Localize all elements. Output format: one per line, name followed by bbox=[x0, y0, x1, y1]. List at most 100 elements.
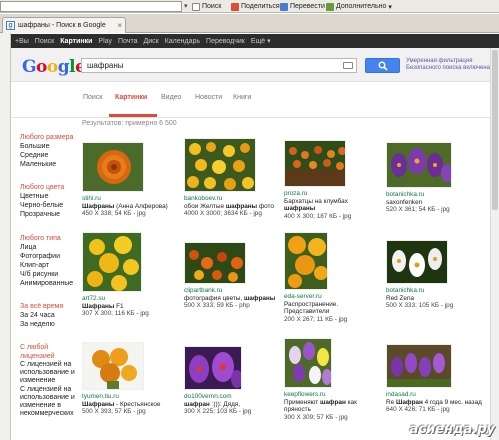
result-domain[interactable]: keepflowers.ru bbox=[284, 391, 384, 399]
search-icon bbox=[378, 61, 388, 71]
result-domain[interactable]: stihi.ru bbox=[82, 195, 182, 203]
result-meta: 500 X 393; 57 КБ - jpg bbox=[82, 408, 146, 415]
result-thumbnail[interactable] bbox=[284, 338, 332, 388]
gbar-mail[interactable]: Почта bbox=[118, 38, 137, 45]
scrollbar-thumb[interactable] bbox=[492, 50, 498, 210]
search-input[interactable]: шафраны bbox=[81, 58, 357, 73]
toolbar-translate-button[interactable]: Перевести ▾ bbox=[280, 2, 330, 11]
result-domain[interactable]: botanichka.ru bbox=[386, 191, 486, 199]
browser-tab[interactable]: g шафраны - Поиск в Google × bbox=[2, 17, 126, 33]
filter-license-head[interactable]: С любой лицензией bbox=[20, 343, 78, 361]
image-result[interactable]: clipartbank.ru фотография цветы, шафраны… bbox=[184, 242, 286, 310]
image-result[interactable]: bankoboev.ru обои Желтые шафраны фото 40… bbox=[184, 138, 286, 218]
result-domain[interactable]: clipartbank.ru bbox=[184, 287, 284, 295]
image-result[interactable]: botanichka.ru Red Zena 500 X 333; 105 КБ… bbox=[386, 240, 488, 310]
image-result[interactable]: keepflowers.ru Применяют шафран как прян… bbox=[284, 338, 386, 421]
result-thumbnail[interactable] bbox=[184, 138, 256, 192]
toolbar-search-button[interactable]: Поиск bbox=[192, 2, 221, 11]
filter-color: Любого цвета Цветные Черно-белые Прозрач… bbox=[20, 183, 78, 219]
result-thumbnail[interactable] bbox=[386, 142, 452, 188]
toolbar-search-field[interactable] bbox=[0, 1, 182, 12]
result-domain[interactable]: do100vernn.com bbox=[184, 393, 284, 401]
gbar-play[interactable]: Play bbox=[98, 38, 112, 45]
safesearch-line1: Умеренная фильтрация bbox=[406, 58, 473, 64]
google-logo[interactable]: Google bbox=[22, 57, 86, 77]
result-thumbnail[interactable] bbox=[184, 346, 242, 390]
result-thumbnail[interactable] bbox=[386, 240, 448, 284]
filter-size-small[interactable]: Маленькие bbox=[20, 160, 78, 169]
filter-license-modify[interactable]: С лицензией на использование и изменение bbox=[20, 361, 78, 385]
image-result[interactable]: botanichka.ru saxonfenken 520 X 361; 54 … bbox=[386, 142, 488, 214]
close-icon[interactable]: × bbox=[117, 21, 122, 30]
result-domain[interactable]: proza.ru bbox=[284, 190, 384, 198]
result-title-line2: пряность bbox=[284, 406, 311, 413]
tab-web[interactable]: Поиск bbox=[83, 94, 102, 101]
filter-type-faces[interactable]: Лица bbox=[20, 243, 78, 252]
result-domain[interactable]: bankoboev.ru bbox=[184, 195, 284, 203]
filter-time-24h[interactable]: За 24 часа bbox=[20, 311, 78, 320]
result-domain[interactable]: art72.su bbox=[82, 295, 182, 303]
result-domain[interactable]: eda-server.ru bbox=[284, 293, 384, 301]
result-thumbnail[interactable] bbox=[386, 344, 452, 388]
result-thumbnail[interactable] bbox=[184, 242, 246, 284]
search-button[interactable] bbox=[365, 58, 400, 73]
tab-images[interactable]: Картинки bbox=[115, 94, 147, 101]
filter-type-clipart[interactable]: Клип-арт bbox=[20, 261, 78, 270]
result-thumbnail[interactable] bbox=[82, 142, 144, 192]
result-thumbnail[interactable] bbox=[82, 232, 142, 292]
image-result[interactable]: indasad.ru Re Шафран 4 года 9 мес. назад… bbox=[386, 344, 488, 414]
result-meta: 300 X 225; 103 КБ - jpg bbox=[184, 408, 252, 415]
filter-type-lineart[interactable]: Ч/б рисунки bbox=[20, 270, 78, 279]
search-type-nav: Поиск Картинки Видео Новости Книги bbox=[11, 82, 499, 118]
result-thumbnail[interactable] bbox=[284, 232, 328, 290]
filter-color-full[interactable]: Цветные bbox=[20, 192, 78, 201]
result-thumbnail[interactable] bbox=[284, 140, 346, 187]
image-result[interactable]: stihi.ru Шафраны (Анна Алферова) 450 X 3… bbox=[82, 142, 184, 218]
tab-video[interactable]: Видео bbox=[161, 94, 181, 101]
filter-time-head[interactable]: За всё время bbox=[20, 302, 78, 311]
tab-news[interactable]: Новости bbox=[195, 94, 222, 101]
toolbar-more-button[interactable]: Дополнительно ▾ bbox=[326, 2, 392, 11]
vertical-scrollbar[interactable] bbox=[490, 48, 499, 440]
gbar-translate[interactable]: Переводчик bbox=[206, 38, 245, 45]
gbar-more[interactable]: Ещё ▾ bbox=[251, 37, 271, 45]
filter-color-transparent[interactable]: Прозрачные bbox=[20, 210, 78, 219]
chevron-down-icon[interactable]: ▾ bbox=[184, 2, 188, 10]
filter-type-animated[interactable]: Анимированные bbox=[20, 279, 78, 288]
result-title-bold: шафран bbox=[320, 398, 346, 406]
result-domain[interactable]: indasad.ru bbox=[386, 391, 486, 399]
tab-books[interactable]: Книги bbox=[233, 94, 251, 101]
filter-size-large[interactable]: Большие bbox=[20, 142, 78, 151]
image-result[interactable]: eda-server.ru Распространение. Представи… bbox=[284, 232, 386, 323]
filter-type-head[interactable]: Любого типа bbox=[20, 234, 78, 243]
browser-toolbar: ▾ Поиск Поделиться Перевести ▾ Дополните… bbox=[0, 0, 499, 13]
filter-color-bw[interactable]: Черно-белые bbox=[20, 201, 78, 210]
filter-color-head[interactable]: Любого цвета bbox=[20, 183, 78, 192]
gbar-drive[interactable]: Диск bbox=[143, 38, 158, 45]
gbar-search[interactable]: Поиск bbox=[35, 38, 54, 45]
result-domain[interactable]: botanichka.ru bbox=[386, 287, 486, 295]
filter-size-medium[interactable]: Средние bbox=[20, 151, 78, 160]
filter-size-head[interactable]: Любого размера bbox=[20, 133, 78, 142]
image-result[interactable]: proza.ru Бархатцы на клумбах шафраны 400… bbox=[284, 140, 386, 220]
result-thumbnail[interactable] bbox=[82, 342, 144, 390]
keyboard-icon[interactable] bbox=[343, 62, 353, 69]
result-meta: 300 X 309; 57 КБ - jpg bbox=[284, 413, 348, 421]
result-domain[interactable]: tyumen.tiu.ru bbox=[82, 393, 182, 401]
result-title-bold: Шафраны bbox=[82, 302, 115, 310]
image-result[interactable]: tyumen.tiu.ru Шафраны - Крестьянское 500… bbox=[82, 342, 184, 416]
gbar-plus-you[interactable]: +Вы bbox=[15, 38, 29, 45]
safesearch-notice[interactable]: Умеренная фильтрация Безопасного поиска … bbox=[406, 58, 498, 72]
filter-type-photo[interactable]: Фотографии bbox=[20, 252, 78, 261]
image-result[interactable]: do100vernn.com шафран :))): Дядя, 300 X … bbox=[184, 346, 286, 416]
result-title: фотография цветы, bbox=[184, 294, 244, 302]
image-result[interactable]: art72.su Шафраны F1 307 X 300; 116 КБ - … bbox=[82, 232, 184, 318]
filter-license-noncommercial[interactable]: С лицензией на использование и изменение… bbox=[20, 386, 78, 418]
watermark-text: асиенда.ру bbox=[409, 422, 495, 437]
gbar-calendar[interactable]: Календарь bbox=[165, 38, 200, 45]
crocus-photo bbox=[185, 347, 241, 389]
result-title: - Крестьянское bbox=[114, 400, 161, 408]
gbar-images[interactable]: Картинки bbox=[60, 38, 92, 45]
toolbar-share-button[interactable]: Поделиться bbox=[231, 2, 280, 11]
filter-time-week[interactable]: За неделю bbox=[20, 320, 78, 329]
